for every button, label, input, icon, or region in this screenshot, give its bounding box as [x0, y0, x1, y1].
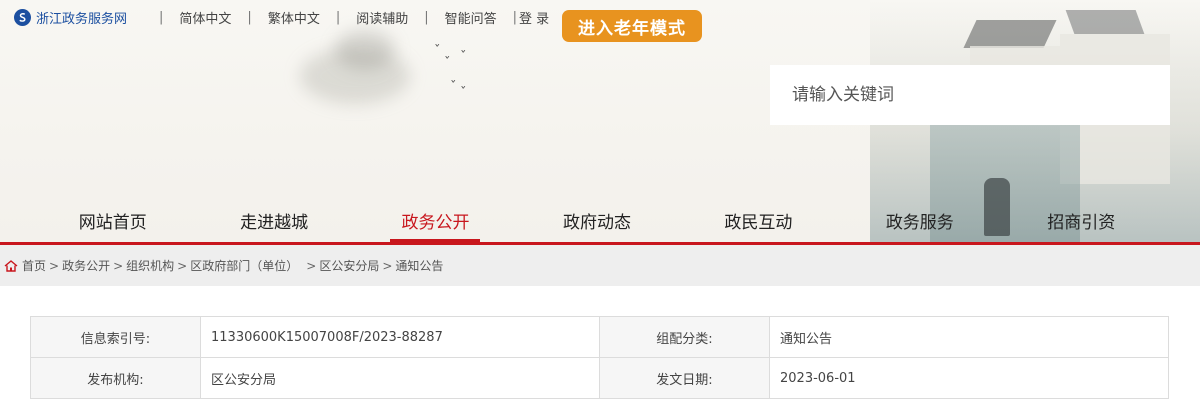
top-links-bar: 浙江政务服务网 | 简体中文 | 繁体中文 | 阅读辅助 | 智能问答 | 登 …: [14, 6, 586, 28]
index-number-value: 11330600K15007008F/2023-88287: [200, 316, 600, 358]
login-link[interactable]: 登 录: [519, 8, 549, 27]
nav-item-investment[interactable]: 招商引资: [1001, 204, 1162, 242]
category-label: 组配分类:: [599, 316, 770, 358]
nav-item-about-yuecheng[interactable]: 走进越城: [193, 204, 354, 242]
breadcrumb-item-organization[interactable]: 组织机构: [126, 257, 174, 274]
breadcrumb-separator: >: [113, 258, 124, 273]
breadcrumb-separator: >: [177, 258, 188, 273]
breadcrumb-separator: >: [49, 258, 60, 273]
search-input[interactable]: [770, 65, 1170, 125]
breadcrumb-item-departments[interactable]: 区政府部门（单位）: [190, 257, 298, 274]
elder-mode-button[interactable]: 进入老年模式: [562, 10, 702, 42]
divider: |: [512, 9, 518, 25]
category-value: 通知公告: [769, 316, 1169, 358]
divider: |: [247, 9, 252, 25]
zhejiang-logo-icon[interactable]: [14, 8, 31, 26]
site-name-link[interactable]: 浙江政务服务网: [36, 8, 127, 27]
breadcrumb-item-public-security-bureau[interactable]: 区公安分局: [319, 257, 379, 274]
breadcrumb-item-home[interactable]: 首页: [22, 257, 46, 274]
breadcrumb: 首页 > 政务公开 > 组织机构 > 区政府部门（单位） > 区公安分局 > 通…: [0, 245, 1200, 286]
divider: |: [159, 9, 164, 25]
nav-item-public-interaction[interactable]: 政民互动: [678, 204, 839, 242]
issue-date-value: 2023-06-01: [769, 357, 1169, 399]
divider: |: [424, 9, 429, 25]
index-number-label: 信息索引号:: [30, 316, 201, 358]
ink-landscape-decoration: [335, 30, 395, 70]
home-icon: [4, 259, 18, 273]
nav-item-government-news[interactable]: 政府动态: [516, 204, 677, 242]
main-nav: 网站首页 走进越城 政务公开 政府动态 政民互动 政务服务 招商引资: [32, 204, 1162, 242]
publisher-label: 发布机构:: [30, 357, 201, 399]
reading-assist-link[interactable]: 阅读辅助: [356, 8, 408, 27]
smart-qa-link[interactable]: 智能问答: [445, 8, 497, 27]
breadcrumb-item-government-affairs-open[interactable]: 政务公开: [62, 257, 110, 274]
breadcrumb-item-notices[interactable]: 通知公告: [395, 257, 443, 274]
breadcrumb-separator: >: [306, 258, 317, 273]
table-row: 信息索引号: 11330600K15007008F/2023-88287 组配分…: [30, 316, 1169, 358]
issue-date-label: 发文日期:: [599, 357, 770, 399]
traditional-chinese-link[interactable]: 繁体中文: [268, 8, 320, 27]
breadcrumb-separator: >: [382, 258, 393, 273]
simplified-chinese-link[interactable]: 简体中文: [179, 8, 231, 27]
table-row: 发布机构: 区公安分局 发文日期: 2023-06-01: [30, 357, 1169, 399]
document-info-table: 信息索引号: 11330600K15007008F/2023-88287 组配分…: [30, 316, 1169, 399]
birds-decoration: ˇ ˇ ˇ ˇ ˇ: [434, 44, 467, 101]
nav-item-home[interactable]: 网站首页: [32, 204, 193, 242]
nav-item-government-affairs-open[interactable]: 政务公开: [355, 204, 516, 242]
nav-item-government-services[interactable]: 政务服务: [839, 204, 1000, 242]
publisher-value: 区公安分局: [200, 357, 600, 399]
divider: |: [335, 9, 341, 25]
